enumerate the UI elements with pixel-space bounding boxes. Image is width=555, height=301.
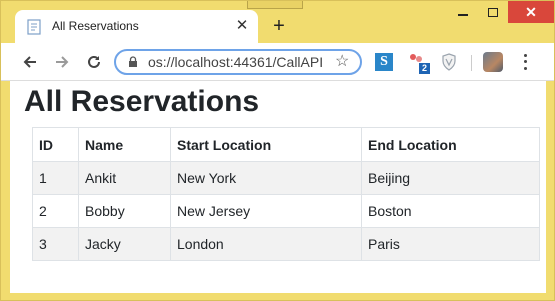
page-content: All Reservations ID Name Start Location …	[10, 81, 546, 293]
cell-start-location: London	[170, 227, 362, 261]
more-menu-icon[interactable]	[518, 52, 532, 72]
maximize-icon	[488, 7, 498, 17]
arrow-right-icon	[56, 56, 69, 68]
shield-icon[interactable]	[441, 53, 459, 71]
back-button[interactable]	[19, 51, 41, 73]
cell-start-location: New York	[170, 161, 362, 195]
cell-name: Bobby	[78, 194, 171, 228]
tab-strip: All Reservations ✕ + ✕	[1, 1, 555, 43]
browser-window: All Reservations ✕ + ✕ os://localhost:44…	[0, 0, 555, 301]
url-text: os://localhost:44361/CallAPI	[148, 54, 324, 70]
cell-name: Jacky	[78, 227, 171, 261]
window-close-button[interactable]: ✕	[508, 1, 554, 23]
star-icon[interactable]: ☆	[335, 53, 349, 71]
extension-s-icon[interactable]: S	[375, 53, 393, 71]
table-row: 3 Jacky London Paris	[32, 227, 540, 261]
window-grip[interactable]	[247, 1, 303, 9]
new-tab-button[interactable]: +	[269, 16, 289, 36]
avatar[interactable]	[483, 52, 503, 72]
menu-dot	[523, 67, 527, 71]
close-icon: ✕	[525, 4, 537, 20]
tab-title: All Reservations	[52, 19, 139, 33]
page-title: All Reservations	[24, 85, 260, 118]
table-row: 2 Bobby New Jersey Boston	[32, 194, 540, 228]
extension-puzzle-icon[interactable]: 2	[409, 53, 430, 74]
browser-toolbar: os://localhost:44361/CallAPI ☆ S 2	[1, 43, 554, 81]
minimize-button[interactable]	[448, 1, 478, 23]
close-icon[interactable]: ✕	[233, 17, 251, 35]
lock-icon	[129, 56, 137, 67]
cell-end-location: Boston	[361, 194, 540, 228]
column-header-name: Name	[78, 127, 171, 162]
cell-start-location: New Jersey	[170, 194, 362, 228]
extension-badge: 2	[419, 63, 430, 74]
arrow-left-icon	[23, 56, 36, 68]
column-header-id: ID	[32, 127, 79, 162]
column-header-end-location: End Location	[361, 127, 540, 162]
table-header-row: ID Name Start Location End Location	[32, 127, 540, 162]
reservations-table: ID Name Start Location End Location 1 An…	[32, 127, 540, 261]
toolbar-divider	[471, 55, 472, 71]
table-row: 1 Ankit New York Beijing	[32, 161, 540, 195]
address-bar[interactable]: os://localhost:44361/CallAPI	[114, 49, 362, 75]
cell-name: Ankit	[78, 161, 171, 195]
cell-id: 2	[32, 194, 79, 228]
page-icon	[27, 19, 41, 35]
reload-button[interactable]	[83, 51, 105, 73]
maximize-button[interactable]	[478, 1, 508, 23]
tab-all-reservations[interactable]: All Reservations ✕	[15, 10, 258, 43]
cell-end-location: Beijing	[361, 161, 540, 195]
cell-end-location: Paris	[361, 227, 540, 261]
minimize-icon	[458, 14, 468, 16]
shield-shape-icon	[442, 53, 456, 71]
forward-button[interactable]	[51, 51, 73, 73]
menu-dot	[523, 53, 527, 57]
cell-id: 3	[32, 227, 79, 261]
menu-dot	[523, 60, 527, 64]
reload-icon	[88, 55, 100, 68]
cell-id: 1	[32, 161, 79, 195]
column-header-start-location: Start Location	[170, 127, 362, 162]
